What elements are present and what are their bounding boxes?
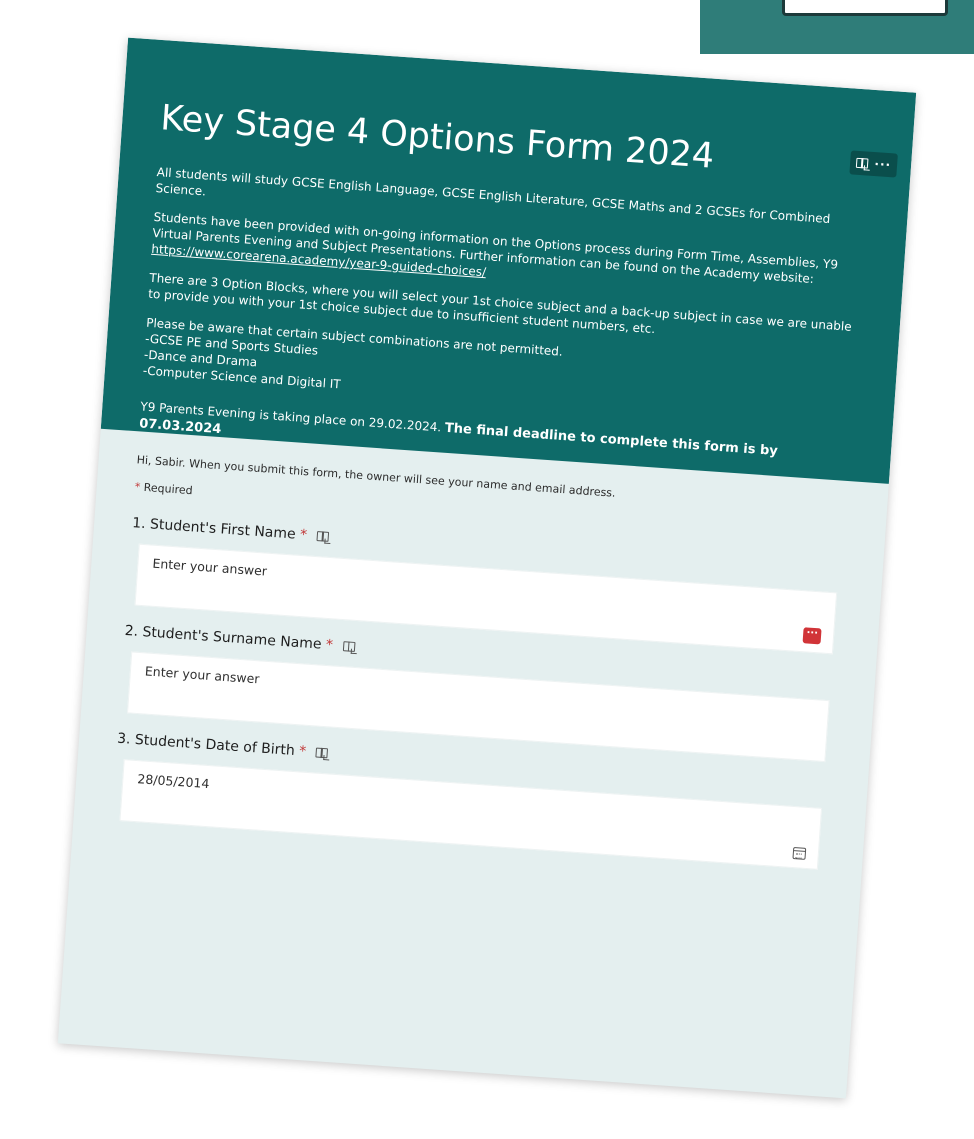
question-label: 1. Student's First Name * <box>131 515 308 544</box>
form-page: Key Stage 4 Options Form 2024 ··· All st… <box>57 37 917 1099</box>
immersive-reader-icon[interactable] <box>315 747 329 759</box>
header-toolbar: ··· <box>849 150 898 178</box>
question-label: 3. Student's Date of Birth * <box>116 730 307 760</box>
form-header: Key Stage 4 Options Form 2024 ··· All st… <box>100 37 917 484</box>
immersive-reader-icon[interactable] <box>342 641 356 652</box>
more-options-icon[interactable]: ··· <box>874 157 892 172</box>
background-badge <box>782 0 948 16</box>
input-value: 28/05/2014 <box>136 771 210 792</box>
immersive-reader-icon[interactable] <box>316 531 330 542</box>
immersive-reader-icon[interactable] <box>856 157 869 169</box>
ellipsis-button[interactable]: ··· <box>802 627 822 645</box>
form-body: Hi, Sabir. When you submit this form, th… <box>70 429 889 921</box>
form-description: All students will study GCSE English Lan… <box>139 164 868 482</box>
calendar-icon[interactable] <box>792 847 807 860</box>
input-placeholder: Enter your answer <box>144 663 260 687</box>
question-label: 2. Student's Surname Name * <box>124 622 334 654</box>
background-card-corner <box>700 0 974 54</box>
input-placeholder: Enter your answer <box>151 555 268 579</box>
